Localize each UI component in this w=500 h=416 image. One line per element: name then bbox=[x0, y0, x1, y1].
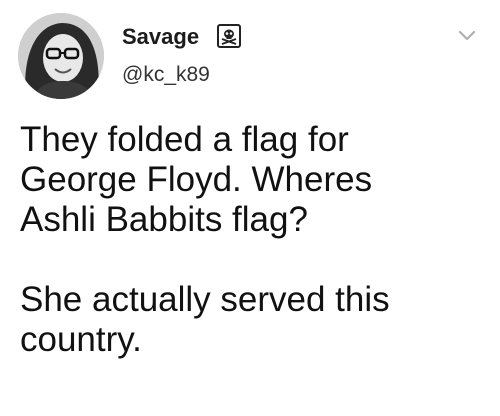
display-name[interactable]: Savage bbox=[122, 24, 199, 50]
tweet-text-line: They folded a flag for bbox=[20, 120, 349, 159]
chevron-down-icon[interactable] bbox=[458, 30, 476, 42]
skull-crossbones-icon bbox=[217, 24, 241, 48]
user-handle[interactable]: @kc_k89 bbox=[122, 62, 210, 88]
tweet-card: Savage @kc_k89 They folded a flag for Ge… bbox=[0, 0, 500, 416]
tweet-text: They folded a flag for George Floyd. Whe… bbox=[20, 120, 490, 360]
tweet-text-line: Ashli Babbits flag? bbox=[20, 200, 308, 239]
tweet-text-line: She actually served this bbox=[20, 280, 390, 319]
tweet-text-line: country. bbox=[20, 320, 142, 359]
profile-photo bbox=[18, 13, 104, 99]
avatar[interactable] bbox=[18, 13, 104, 99]
tweet-text-line: George Floyd. Wheres bbox=[20, 160, 373, 199]
